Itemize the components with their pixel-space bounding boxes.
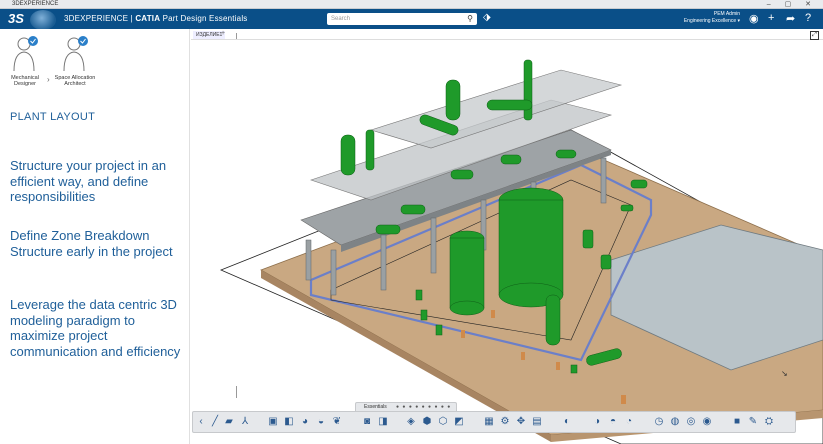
user-info[interactable]: PEM Admin Engineering Excellence ▾ [680,11,740,25]
fillet-icon[interactable]: ◈ [405,416,417,428]
pattern-icon[interactable]: ▦ [483,416,495,428]
line-icon[interactable]: ╱ [209,416,221,428]
app-name: Part Design Essentials [162,14,248,23]
pad-icon[interactable]: ▣ [267,416,279,428]
expand-toolbar-icon[interactable]: ‹ [195,416,207,428]
ds-logo-icon: 3S [8,11,24,26]
render-icon[interactable]: ◎ [685,416,697,428]
role-label: Space Allocation Architect [54,75,96,87]
split-icon[interactable]: ◓ [607,416,619,428]
scale-icon[interactable]: ▤ [531,416,543,428]
role-mechanical-designer[interactable]: Mechanical Designer [2,35,48,87]
plane-icon[interactable]: ▰ [223,416,235,428]
plant-layout-scene [219,59,823,444]
groove-icon[interactable]: ◒ [315,416,327,428]
window-title: 3DEXPERIENCE [12,1,59,7]
shaft-icon[interactable]: ◕ [299,416,311,428]
app-brand: CATIA [135,14,161,23]
help-icon[interactable]: ? [805,12,811,24]
bullet-text: Define Zone Breakdown Structure early in… [10,228,173,259]
axis-icon[interactable]: ⅄ [239,416,251,428]
thread-icon[interactable]: ◨ [377,416,389,428]
user-context: Engineering Excellence ▾ [683,18,740,24]
mirror-icon[interactable]: ⚙ [499,416,511,428]
new-tab-icon[interactable]: + [221,30,225,37]
thickness-icon[interactable]: ◔ [623,416,635,428]
boolean-add-icon[interactable]: ◐ [561,416,573,428]
measure-icon[interactable]: ◷ [653,416,665,428]
axis-triad-icon[interactable]: ↘ [781,369,788,378]
hole-icon[interactable]: ◙ [361,416,373,428]
architect-figure-icon [63,36,88,72]
view-cube-icon[interactable]: ■ [731,416,743,428]
search-placeholder: Search [331,16,351,22]
share-icon[interactable]: ➦ [786,12,795,25]
compass-icon[interactable] [30,10,56,30]
role-label: Mechanical Designer [11,75,39,87]
pocket-icon[interactable]: ◧ [283,416,295,428]
bullet-text: Structure your project in an efficient w… [10,158,167,204]
left-panel: Mechanical Designer › Space Allocation A… [0,29,190,444]
translate-icon[interactable]: ✥ [515,416,527,428]
user-name: PEM Admin [713,11,740,17]
chamfer-icon[interactable]: ⬢ [421,416,433,428]
shell-icon[interactable]: ◩ [453,416,465,428]
divider [236,386,237,398]
role-space-allocation-architect[interactable]: Space Allocation Architect [52,35,98,87]
action-bar: ‹ ╱ ▰ ⅄ ▣ ◧ ◕ ◒ ❦ ◙ ◨ ◈ ⬢ ⬡ ◩ ▦ ⚙ ✥ ▤ ◐ … [192,411,796,433]
body-icon[interactable]: ◑ [591,416,603,428]
3d-viewport[interactable]: ИЗДЕЛИЕ1 + ⤢ ↘ [191,29,823,444]
material-icon[interactable]: ◍ [669,416,681,428]
fullscreen-icon[interactable]: ⤢ [810,31,819,40]
bullet-text: Leverage the data centric 3D modeling pa… [10,297,181,359]
draft-icon[interactable]: ⬡ [437,416,449,428]
app-topbar: 3S 3DEXPERIENCE | CATIA Part Design Esse… [0,9,823,30]
app-prefix: 3DEXPERIENCE [64,14,129,23]
divider [236,33,237,39]
window-titlebar: 3DEXPERIENCE – ▢ ✕ [0,0,823,9]
search-icon[interactable]: ⚲ [467,13,473,25]
section-label: Essentials [364,404,387,410]
section-title: PLANT LAYOUT [10,111,96,123]
annotation-icon[interactable]: ✎ [747,416,759,428]
search-input[interactable]: Search ⚲ [327,13,477,25]
document-tabstrip: ИЗДЕЛИЕ1 + ⤢ [191,29,823,40]
app-title: 3DEXPERIENCE | CATIA Part Design Essenti… [64,14,248,23]
chevron-right-icon: › [47,75,50,84]
settings-icon[interactable]: ⛭ [763,416,775,428]
section-view-icon[interactable]: ◉ [701,416,713,428]
window-controls[interactable]: – ▢ ✕ [767,0,817,9]
rib-icon[interactable]: ❦ [331,416,343,428]
tag-icon[interactable]: ⬗ [483,12,491,23]
designer-figure-icon [13,36,38,72]
user-avatar-icon[interactable]: ◉ [749,12,759,25]
add-icon[interactable]: + [768,12,774,24]
